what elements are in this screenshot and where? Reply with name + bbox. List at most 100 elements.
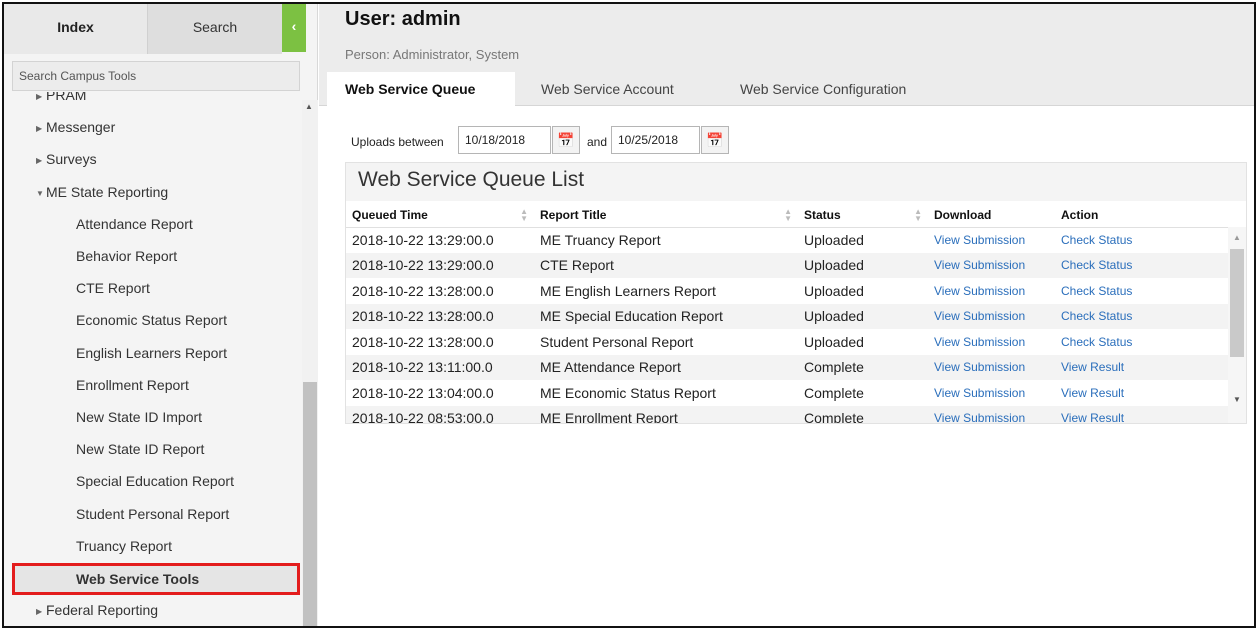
uploads-between-label: Uploads between xyxy=(351,135,444,149)
view-submission-link[interactable]: View Submission xyxy=(928,405,1055,423)
scroll-down-icon[interactable]: ▼ xyxy=(1233,395,1241,404)
cell-queued-time: 2018-10-22 13:28:00.0 xyxy=(346,303,534,329)
table-row: 2018-10-22 13:29:00.0 CTE Report Uploaded V… xyxy=(346,252,1228,278)
cell-status: Complete xyxy=(804,384,864,401)
sidebar-item-new-state-id-report[interactable]: New State ID Report xyxy=(4,433,302,465)
sidebar: Index Search ‹ Search Campus Tools ▶ PRAM… xyxy=(4,4,318,626)
view-submission-link[interactable]: View Submission xyxy=(928,354,1055,380)
column-header-status[interactable]: Status ▲ ▼ xyxy=(798,203,928,228)
sidebar-item-label: CTE Report xyxy=(76,280,150,297)
sidebar-item-english-learners-report[interactable]: English Learners Report xyxy=(4,337,302,369)
table-row: 2018-10-22 13:04:00.0 ME Economic Status … xyxy=(346,380,1228,406)
sidebar-item-special-education-report[interactable]: Special Education Report xyxy=(4,465,302,497)
cell-report-title: ME Attendance Report xyxy=(534,354,798,380)
action-link[interactable]: Check Status xyxy=(1055,303,1228,329)
search-campus-tools-input[interactable]: Search Campus Tools xyxy=(12,61,300,91)
scroll-up-icon[interactable]: ▲ xyxy=(1233,233,1241,242)
queue-panel: Web Service Queue List Queued Time ▲ ▼ Rep… xyxy=(345,162,1247,424)
sidebar-item-label: Surveys xyxy=(46,151,97,168)
sidebar-item-federal-reporting[interactable]: ▶ Federal Reporting xyxy=(4,594,302,626)
tab-web-service-account[interactable]: Web Service Account xyxy=(541,72,674,106)
sidebar-scroll-thumb[interactable] xyxy=(303,382,317,626)
sidebar-tabs: Index Search ‹ xyxy=(4,4,318,54)
sidebar-item-enrollment-report[interactable]: Enrollment Report xyxy=(4,369,302,401)
sidebar-item-label: English Learners Report xyxy=(76,344,227,361)
table-row: 2018-10-22 13:28:00.0 ME Special Educatio… xyxy=(346,303,1228,329)
collapsed-triangle-icon: ▶ xyxy=(36,156,43,166)
collapsed-triangle-icon: ▶ xyxy=(36,607,43,617)
column-header-download[interactable]: Download xyxy=(928,203,1055,228)
sidebar-item-student-personal-report[interactable]: Student Personal Report xyxy=(4,498,302,530)
sidebar-item-label: Economic Status Report xyxy=(76,312,227,329)
sidebar-item-messenger[interactable]: ▶ Messenger xyxy=(4,111,302,143)
cell-status: Complete xyxy=(798,354,928,380)
cell-status: Uploaded xyxy=(798,252,928,278)
cell-queued-time: 2018-10-22 13:04:00.0 xyxy=(352,384,494,401)
sidebar-item-label: Enrollment Report xyxy=(76,376,189,393)
to-calendar-icon[interactable]: 📅 xyxy=(701,126,729,154)
view-submission-link[interactable]: View Submission xyxy=(928,303,1055,329)
sidebar-item-label: PRAM xyxy=(46,92,87,103)
action-link[interactable]: Check Status xyxy=(1055,329,1228,355)
sidebar-item-me-state-reporting[interactable]: ▼ ME State Reporting xyxy=(4,176,302,208)
cell-report-title: CTE Report xyxy=(534,252,798,278)
view-submission-link[interactable]: View Submission xyxy=(928,227,1055,253)
sidebar-item-attendance-report[interactable]: Attendance Report xyxy=(4,208,302,240)
view-submission-link[interactable]: View Submission xyxy=(928,329,1055,355)
scroll-up-icon[interactable]: ▲ xyxy=(305,102,313,111)
sidebar-item-pram[interactable]: ▶ PRAM xyxy=(4,92,302,111)
cell-status: Complete xyxy=(798,405,928,423)
to-date-input[interactable]: 10/25/2018 xyxy=(611,126,700,154)
cell-queued-time: 2018-10-22 13:11:00.0 xyxy=(346,354,534,380)
tab-web-service-queue[interactable]: Web Service Queue xyxy=(327,72,515,107)
sidebar-nav: ▶ PRAM ▶ Messenger ▶ Surveys ▼ ME State Reporti… xyxy=(4,92,302,626)
sidebar-item-new-state-id-import[interactable]: New State ID Import xyxy=(4,401,302,433)
main-content: User: admin Person: Administrator, Syste… xyxy=(319,4,1254,626)
collapsed-triangle-icon: ▶ xyxy=(36,124,43,134)
table-row: 2018-10-22 13:28:00.0 Student Personal Re… xyxy=(346,329,1228,355)
sidebar-item-web-service-tools[interactable]: Web Service Tools xyxy=(12,563,300,595)
cell-status: Uploaded xyxy=(804,333,864,350)
view-submission-link[interactable]: View Submission xyxy=(928,278,1055,304)
sort-icon: ▲ ▼ xyxy=(520,207,528,223)
action-link[interactable]: Check Status xyxy=(1055,252,1228,278)
sidebar-item-truancy-report[interactable]: Truancy Report xyxy=(4,530,302,562)
cell-queued-time: 2018-10-22 13:28:00.0 xyxy=(352,333,494,350)
table-scroll-thumb[interactable] xyxy=(1230,249,1244,357)
view-submission-link[interactable]: View Submission xyxy=(928,252,1055,278)
action-link[interactable]: View Result xyxy=(1055,354,1228,380)
sidebar-item-label: Messenger xyxy=(46,119,116,136)
action-link[interactable]: View Result xyxy=(1055,380,1228,406)
cell-queued-time: 2018-10-22 13:29:00.0 xyxy=(346,252,534,278)
cell-queued-time: 2018-10-22 08:53:00.0 xyxy=(346,405,534,423)
table-row: 2018-10-22 13:11:00.0 ME Attendance Repor… xyxy=(346,354,1228,380)
view-submission-link[interactable]: View Submission xyxy=(928,380,1055,406)
table-row: 2018-10-22 13:29:00.0 ME Truancy Report Up… xyxy=(346,227,1228,253)
sidebar-item-surveys[interactable]: ▶ Surveys xyxy=(4,143,302,175)
table-row: 2018-10-22 13:28:00.0 ME English Learners… xyxy=(346,278,1228,304)
sidebar-item-cte-report[interactable]: CTE Report xyxy=(4,272,302,304)
from-date-input[interactable]: 10/18/2018 xyxy=(458,126,551,154)
main-tabs: Web Service Queue Web Service Account We… xyxy=(319,72,1254,107)
sidebar-item-label: Attendance Report xyxy=(76,215,193,232)
tab-web-service-configuration[interactable]: Web Service Configuration xyxy=(740,72,906,106)
from-calendar-icon[interactable]: 📅 xyxy=(552,126,580,154)
tab-index[interactable]: Index xyxy=(4,4,148,54)
cell-report-title: ME English Learners Report xyxy=(540,282,716,299)
sidebar-scrollbar[interactable]: ▲ xyxy=(302,100,318,626)
sidebar-item-behavior-report[interactable]: Behavior Report xyxy=(4,240,302,272)
action-link[interactable]: View Result xyxy=(1055,405,1228,423)
table-scrollbar[interactable]: ▲ ▼ xyxy=(1228,227,1246,423)
action-link[interactable]: Check Status xyxy=(1055,227,1228,253)
app-window: Index Search ‹ Search Campus Tools ▶ PRAM… xyxy=(2,2,1256,628)
column-header-queued-time[interactable]: Queued Time ▲ ▼ xyxy=(346,203,534,228)
sort-icon: ▲ ▼ xyxy=(784,207,792,223)
tab-search[interactable]: Search xyxy=(148,4,282,54)
collapse-sidebar-button[interactable]: ‹ xyxy=(282,4,306,52)
column-header-action[interactable]: Action xyxy=(1055,203,1228,228)
column-header-report-title[interactable]: Report Title ▲ ▼ xyxy=(534,203,798,228)
person-subtitle: Person: Administrator, System xyxy=(345,47,520,62)
sidebar-item-economic-status-report[interactable]: Economic Status Report xyxy=(4,304,302,336)
sort-icon: ▲ ▼ xyxy=(914,207,922,223)
action-link[interactable]: Check Status xyxy=(1055,278,1228,304)
